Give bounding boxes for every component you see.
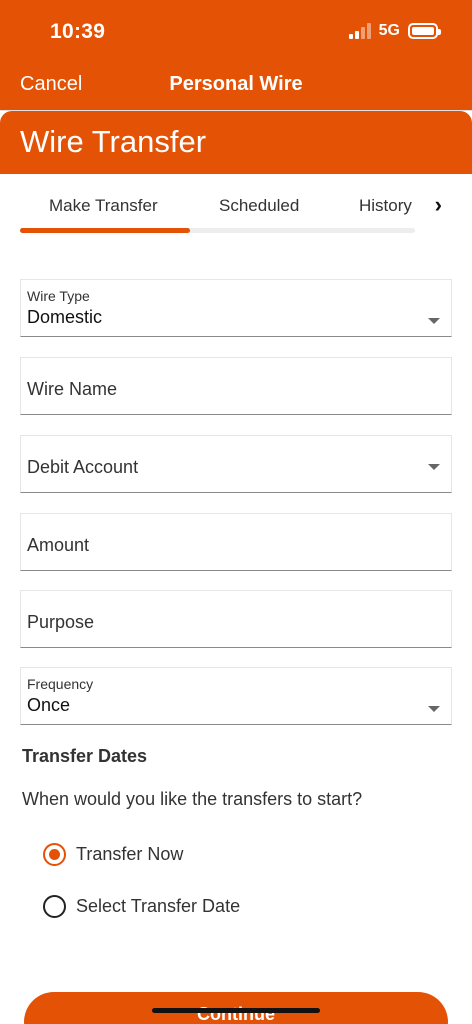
frequency-select[interactable]: Frequency Once xyxy=(20,667,452,725)
status-time: 10:39 xyxy=(50,20,106,43)
debit-account-placeholder: Debit Account xyxy=(27,457,139,477)
page-header: Wire Transfer xyxy=(0,111,472,174)
caret-down-icon xyxy=(428,464,440,470)
radio-select-date[interactable]: Select Transfer Date xyxy=(43,895,240,918)
nav-bar: Cancel Personal Wire xyxy=(0,62,472,110)
tab-make-transfer[interactable]: Make Transfer xyxy=(49,196,158,216)
home-indicator xyxy=(152,1008,320,1013)
page-title: Wire Transfer xyxy=(20,124,207,159)
status-bar: 10:39 5G xyxy=(0,0,472,62)
tab-history[interactable]: History xyxy=(359,196,412,216)
radio-select-date-label: Select Transfer Date xyxy=(76,896,241,916)
radio-transfer-now-label: Transfer Now xyxy=(76,844,184,864)
caret-down-icon xyxy=(428,318,440,324)
transfer-dates-question: When would you like the transfers to sta… xyxy=(22,789,363,809)
purpose-placeholder: Purpose xyxy=(27,612,95,632)
battery-icon xyxy=(408,23,441,39)
network-type: 5G xyxy=(378,22,400,39)
amount-field[interactable]: Amount xyxy=(20,513,452,571)
caret-down-icon xyxy=(428,706,440,712)
wire-name-field[interactable]: Wire Name xyxy=(20,357,452,415)
wire-type-label: Wire Type xyxy=(27,288,90,304)
status-indicators: 5G xyxy=(348,22,441,40)
chevron-right-icon[interactable]: › xyxy=(435,192,442,218)
radio-checked-icon[interactable] xyxy=(43,843,66,866)
radio-unchecked-icon[interactable] xyxy=(43,895,66,918)
wire-name-placeholder: Wire Name xyxy=(27,379,118,399)
signal-icon xyxy=(348,23,371,39)
nav-title: Personal Wire xyxy=(169,73,303,95)
transfer-dates-title: Transfer Dates xyxy=(22,746,148,766)
purpose-field[interactable]: Purpose xyxy=(20,590,452,648)
tab-scheduled[interactable]: Scheduled xyxy=(219,196,299,216)
amount-placeholder: Amount xyxy=(27,535,90,555)
frequency-value: Once xyxy=(27,695,71,715)
radio-transfer-now[interactable]: Transfer Now xyxy=(43,843,183,866)
wire-type-select[interactable]: Wire Type Domestic xyxy=(20,279,452,337)
debit-account-select[interactable]: Debit Account xyxy=(20,435,452,493)
tab-active-indicator xyxy=(20,228,190,233)
wire-type-value: Domestic xyxy=(27,307,103,327)
frequency-label: Frequency xyxy=(27,676,94,692)
tab-bar: Make Transfer Scheduled History › xyxy=(20,174,452,234)
